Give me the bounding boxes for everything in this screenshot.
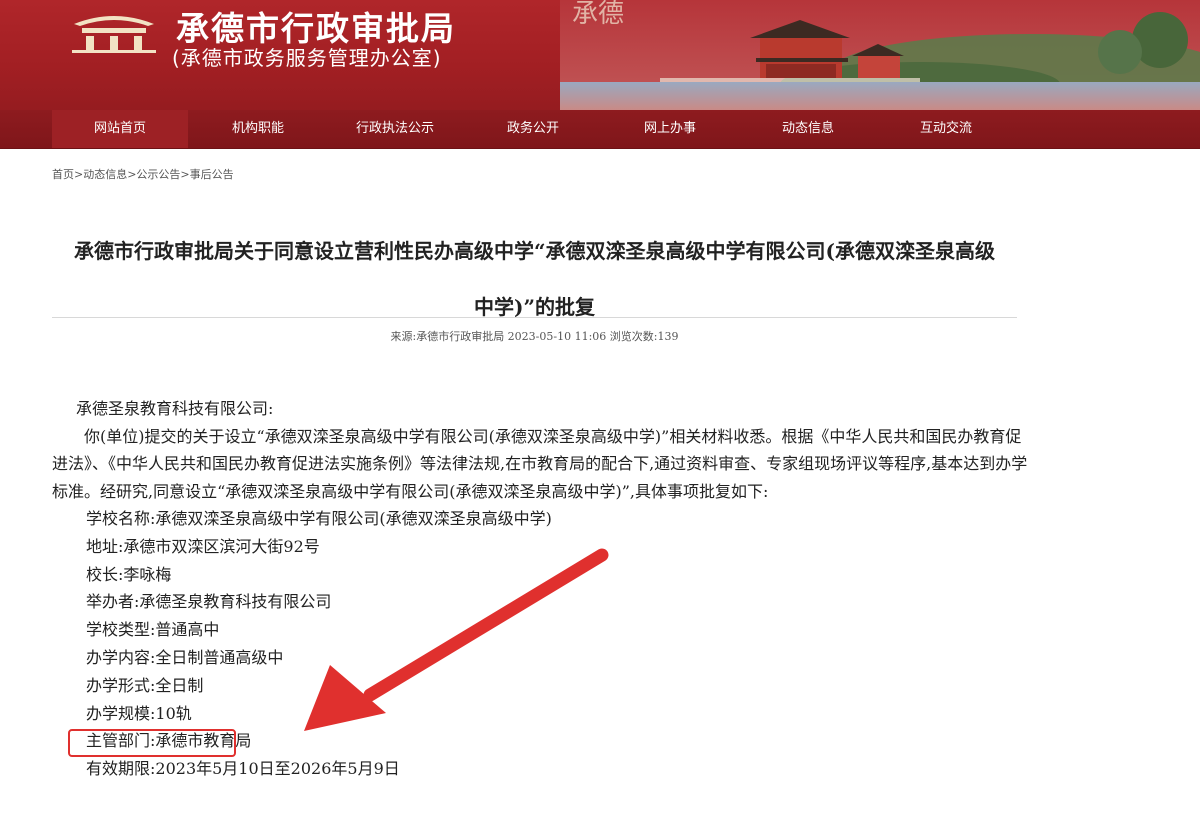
detail-item: 学校名称:承德双滦圣泉高级中学有限公司(承德双滦圣泉高级中学) — [52, 505, 1032, 533]
detail-label: 地址: — [86, 536, 124, 556]
detail-label: 办学形式: — [86, 675, 156, 695]
article-title-line-2: 中学)”的批复 — [474, 295, 595, 319]
detail-value: 普通高中 — [155, 620, 220, 640]
site-subtitle: (承德市政务服务管理办公室) — [172, 46, 442, 70]
detail-label: 办学内容: — [86, 647, 156, 667]
seal-watermark: 承德 — [572, 0, 625, 29]
site-banner: 承德市行政审批局 (承德市政务服务管理办公室) 承德 — [0, 0, 1200, 110]
nav-home[interactable]: 网站首页 — [52, 110, 188, 148]
breadcrumb[interactable]: 首页>动态信息>公示公告>事后公告 — [52, 166, 234, 182]
detail-value: 李咏梅 — [123, 564, 172, 584]
nav-news[interactable]: 动态信息 — [740, 110, 876, 148]
detail-label: 学校类型: — [86, 620, 156, 640]
nav-online-services[interactable]: 网上办事 — [602, 110, 738, 148]
nav-interaction[interactable]: 互动交流 — [878, 110, 1014, 148]
addressee: 承德圣泉教育科技有限公司: — [76, 399, 274, 418]
detail-label: 校长: — [86, 564, 124, 584]
detail-label: 学校名称: — [86, 509, 156, 528]
title-divider — [52, 317, 1017, 318]
site-logo-icon — [72, 16, 156, 53]
detail-item: 有效期限:2023年5月10日至2026年5月9日 — [52, 755, 1032, 783]
main-nav: 网站首页 机构职能 行政执法公示 政务公开 网上办事 动态信息 互动交流 — [0, 110, 1200, 149]
nav-functions[interactable]: 机构职能 — [190, 110, 326, 148]
annotation-arrow-icon — [304, 548, 609, 731]
detail-label: 办学规模: — [86, 703, 156, 723]
scenery-image — [560, 0, 1200, 110]
article-title: 承德市行政审批局关于同意设立营利性民办高级中学“承德双滦圣泉高级中学有限公司(承… — [52, 223, 1017, 335]
detail-label: 举办者: — [86, 592, 140, 612]
detail-value: 全日制 — [155, 675, 204, 695]
detail-value: 2023年5月10日至2026年5月9日 — [155, 759, 400, 779]
nav-enforcement[interactable]: 行政执法公示 — [327, 110, 463, 148]
article-meta: 来源:承德市行政审批局 2023-05-10 11:06 浏览次数:139 — [390, 330, 679, 343]
detail-value: 10轨 — [155, 703, 192, 723]
body-paragraph: 你(单位)提交的关于设立“承德双滦圣泉高级中学有限公司(承德双滦圣泉高级中学)”… — [52, 426, 1028, 501]
detail-value: 承德双滦圣泉高级中学有限公司(承德双滦圣泉高级中学) — [155, 509, 552, 528]
detail-value: 全日制普通高级中 — [155, 647, 284, 667]
nav-disclosure[interactable]: 政务公开 — [465, 110, 601, 148]
annotation-highlight-box — [68, 729, 236, 757]
detail-label: 有效期限: — [86, 759, 156, 779]
article-title-line-1: 承德市行政审批局关于同意设立营利性民办高级中学“承德双滦圣泉高级中学有限公司(承… — [74, 239, 995, 263]
